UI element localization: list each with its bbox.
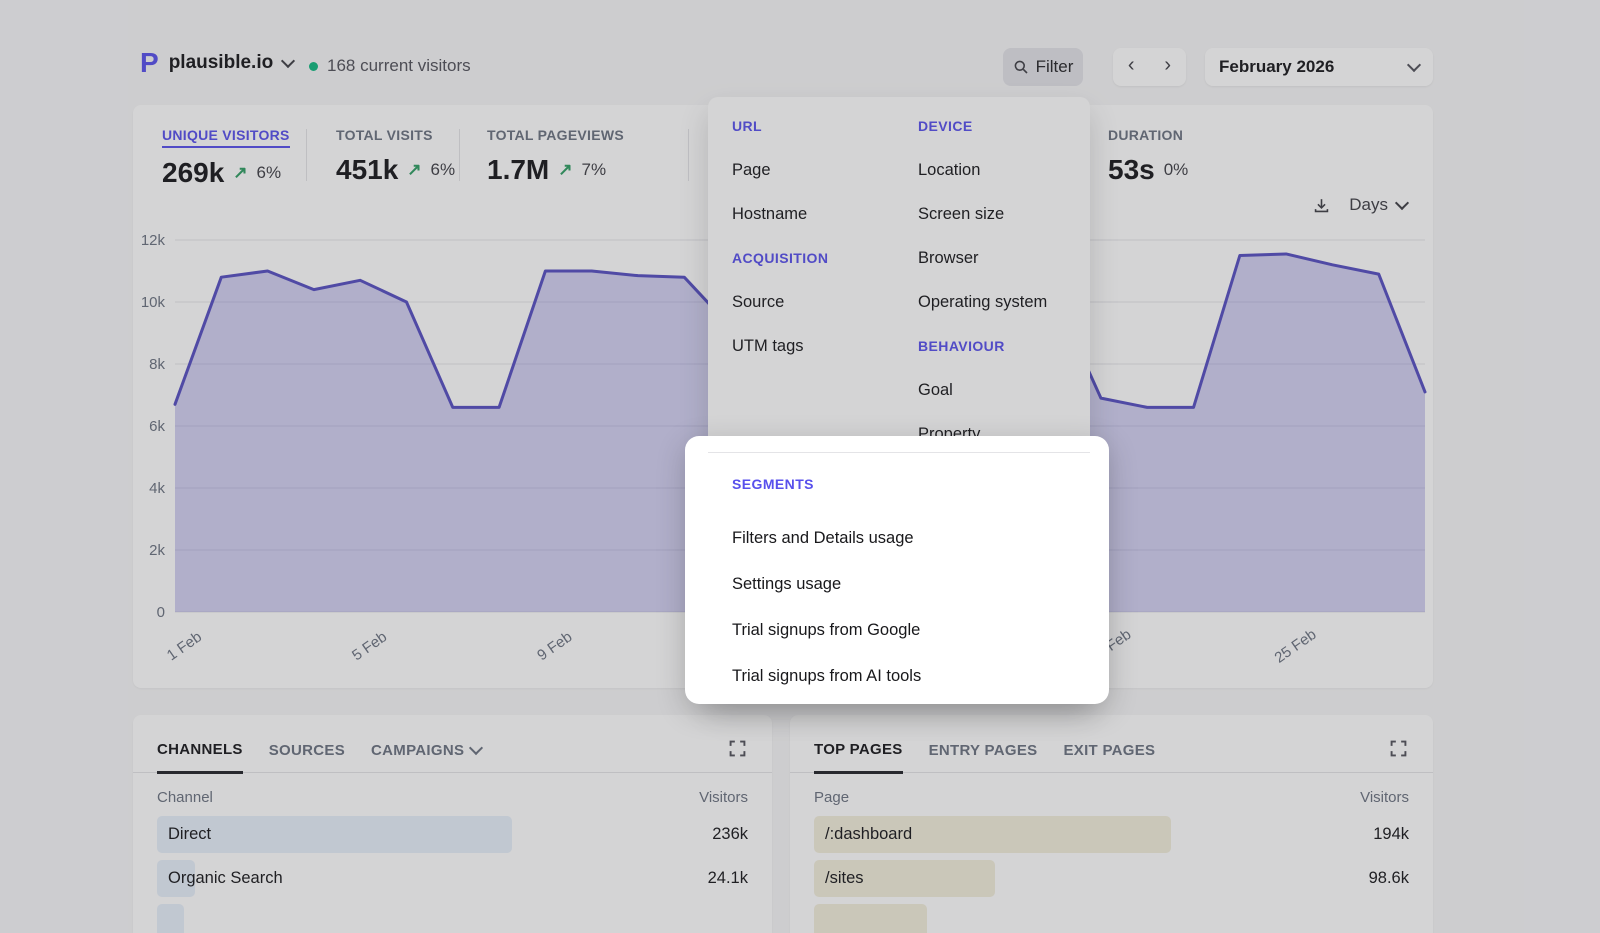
filter-section-segments: SEGMENTS: [732, 476, 814, 492]
segment-item[interactable]: Trial signups from Google: [732, 621, 920, 640]
analytics-dashboard: P plausible.io 168 current visitors Filt…: [0, 0, 1600, 933]
segment-item[interactable]: Trial signups from AI tools: [732, 667, 921, 686]
segment-item[interactable]: Filters and Details usage: [732, 529, 914, 548]
segment-item[interactable]: Settings usage: [732, 575, 841, 594]
segments-spotlight: SEGMENTS Filters and Details usage Setti…: [685, 436, 1109, 704]
segments-section: SEGMENTS Filters and Details usage Setti…: [708, 452, 1090, 699]
